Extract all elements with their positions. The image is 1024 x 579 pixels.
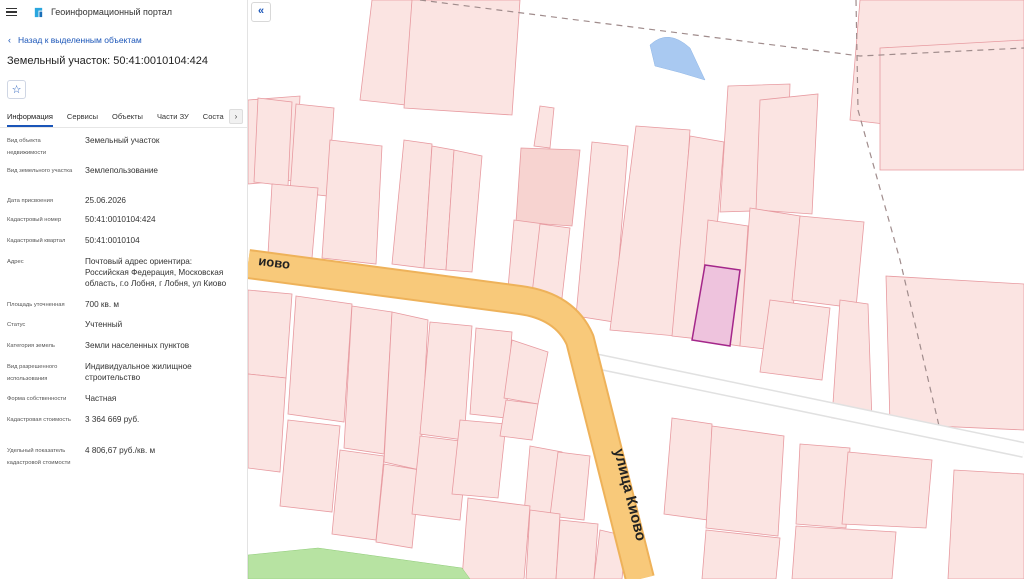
parcel[interactable] xyxy=(795,443,851,529)
prop-value: 3 364 669 руб. xyxy=(85,415,140,424)
tab-bar: Информация Сервисы Объекты Части ЗУ Сост… xyxy=(0,107,247,128)
prop-value: 4 806,67 руб./кв. м xyxy=(85,446,156,455)
chevron-left-icon: ‹ xyxy=(8,35,11,45)
parcel[interactable] xyxy=(841,451,933,529)
prop-label: Кадастровый квартал xyxy=(7,238,66,244)
parcel[interactable] xyxy=(248,289,293,379)
favorite-button[interactable]: ☆ xyxy=(7,80,26,99)
parcel[interactable] xyxy=(701,529,781,579)
back-label: Назад к выделенным объектам xyxy=(18,35,142,45)
chevron-right-icon[interactable]: › xyxy=(229,109,243,124)
parcel[interactable] xyxy=(555,519,599,579)
parcel[interactable] xyxy=(499,399,539,441)
green-area xyxy=(248,547,471,579)
parcel[interactable] xyxy=(947,469,1024,579)
parcel[interactable] xyxy=(279,419,341,513)
parcel[interactable] xyxy=(267,183,319,259)
double-chevron-left-icon[interactable]: « xyxy=(251,2,271,22)
prop-label: Дата присвоения xyxy=(7,198,53,204)
parcel[interactable] xyxy=(663,417,713,521)
prop-label: Кадастровый номер xyxy=(7,217,62,223)
app-title: Геоинформационный портал xyxy=(51,7,172,17)
prop-label: Категория земель xyxy=(7,343,55,349)
map-canvas[interactable]: иово улица Киово xyxy=(248,0,1024,579)
parcel[interactable] xyxy=(515,147,581,227)
tab-objects[interactable]: Объекты xyxy=(112,107,143,127)
parcel[interactable] xyxy=(253,97,293,187)
prop-value: Землепользование xyxy=(85,166,158,175)
parcel[interactable] xyxy=(879,39,1024,171)
parcel[interactable] xyxy=(533,105,555,149)
prop-value: 700 кв. м xyxy=(85,300,120,309)
portal-logo-icon xyxy=(34,7,43,17)
parcel[interactable] xyxy=(343,305,393,455)
prop-label: Площадь уточненная xyxy=(7,302,65,308)
parcel[interactable] xyxy=(525,509,561,579)
tab-composition[interactable]: Соста xyxy=(203,107,224,127)
prop-value: Почтовый адрес ориентира: Российская Фед… xyxy=(85,257,227,288)
prop-value: 25.06.2026 xyxy=(85,196,126,205)
prop-label: Вид разрешенного использования xyxy=(7,364,58,382)
prop-value: Частная xyxy=(85,394,117,403)
parcel[interactable] xyxy=(321,139,383,265)
parcel[interactable] xyxy=(791,525,897,579)
tab-info[interactable]: Информация xyxy=(7,107,53,127)
parcel[interactable] xyxy=(885,275,1024,431)
tab-services[interactable]: Сервисы xyxy=(67,107,98,127)
parcel[interactable] xyxy=(461,497,531,579)
parcel[interactable] xyxy=(791,215,865,309)
tab-parts[interactable]: Части ЗУ xyxy=(157,107,189,127)
info-panel: Геоинформационный портал ‹ Назад к выдел… xyxy=(0,0,248,579)
prop-label: Удельный показатель кадастровой стоимост… xyxy=(7,448,71,466)
prop-value: Учтенный xyxy=(85,320,123,329)
prop-value: Индивидуальное жилищное строительство xyxy=(85,362,192,382)
parcel[interactable] xyxy=(451,419,507,499)
prop-label: Форма собственности xyxy=(7,396,67,402)
prop-value: Земли населенных пунктов xyxy=(85,341,190,350)
prop-value: 50:41:0010104:424 xyxy=(85,215,156,224)
back-link[interactable]: ‹ Назад к выделенным объектам xyxy=(0,34,247,46)
parcel[interactable] xyxy=(403,0,521,116)
prop-label: Вид земельного участка xyxy=(7,168,73,174)
prop-label: Статус xyxy=(7,322,26,328)
parcel[interactable] xyxy=(755,93,819,215)
parcel[interactable] xyxy=(503,339,549,405)
water-body xyxy=(649,37,706,81)
map-view[interactable]: иово улица Киово xyxy=(248,0,1024,579)
parcel[interactable] xyxy=(759,299,831,381)
prop-label: Вид объекта недвижимости xyxy=(7,138,47,156)
star-icon: ☆ xyxy=(11,84,22,96)
parcel[interactable] xyxy=(359,0,413,106)
prop-label: Адрес xyxy=(7,259,24,265)
parcel[interactable] xyxy=(287,295,353,423)
object-title: Земельный участок: 50:41:0010104:424 xyxy=(7,55,209,67)
prop-value: 50:41:0010104 xyxy=(85,236,140,245)
parcel[interactable] xyxy=(331,449,385,541)
prop-value: Земельный участок xyxy=(85,136,160,145)
top-bar: Геоинформационный портал xyxy=(0,0,247,24)
prop-label: Кадастровая стоимость xyxy=(7,417,71,423)
parcel[interactable] xyxy=(705,425,785,537)
parcel[interactable] xyxy=(248,373,287,473)
hamburger-icon[interactable] xyxy=(6,7,17,17)
